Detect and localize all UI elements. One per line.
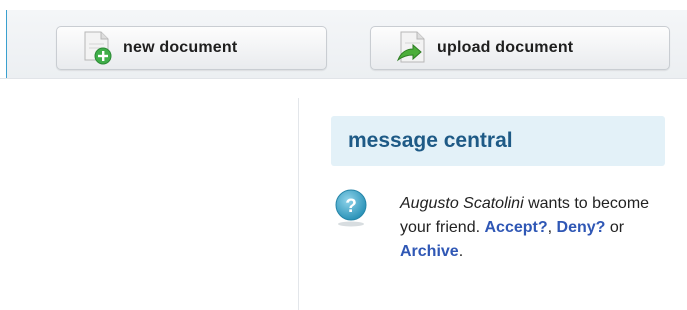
message-central-title: message central xyxy=(348,129,513,152)
accept-link[interactable]: Accept? xyxy=(485,219,548,236)
new-document-button[interactable]: new document xyxy=(56,26,327,70)
friend-request-message: ? Augusto Scatolini wants to become your… xyxy=(333,188,673,306)
message-sender: Augusto Scatolini xyxy=(400,195,524,212)
deny-link[interactable]: Deny? xyxy=(557,219,606,236)
upload-document-icon xyxy=(396,31,425,63)
message-central-panel: message central ? Augusto Scatolini want… xyxy=(299,98,687,310)
comma-separator: , xyxy=(547,219,553,236)
message-text: Augusto Scatolini wants to become your f… xyxy=(400,192,670,264)
archive-link[interactable]: Archive xyxy=(400,243,459,260)
question-icon: ? xyxy=(335,189,367,227)
upload-document-label: upload document xyxy=(437,39,574,56)
end-period: . xyxy=(458,243,464,260)
or-separator: or xyxy=(609,219,625,236)
upload-document-button[interactable]: upload document xyxy=(370,26,670,70)
page: new document upload document message cen… xyxy=(0,0,687,310)
message-central-header: message central xyxy=(331,116,665,166)
toolbar: new document upload document xyxy=(0,10,687,79)
toolbar-left-edge xyxy=(0,10,7,78)
new-document-icon xyxy=(84,31,112,65)
new-document-label: new document xyxy=(123,39,238,56)
svg-text:?: ? xyxy=(345,196,357,217)
